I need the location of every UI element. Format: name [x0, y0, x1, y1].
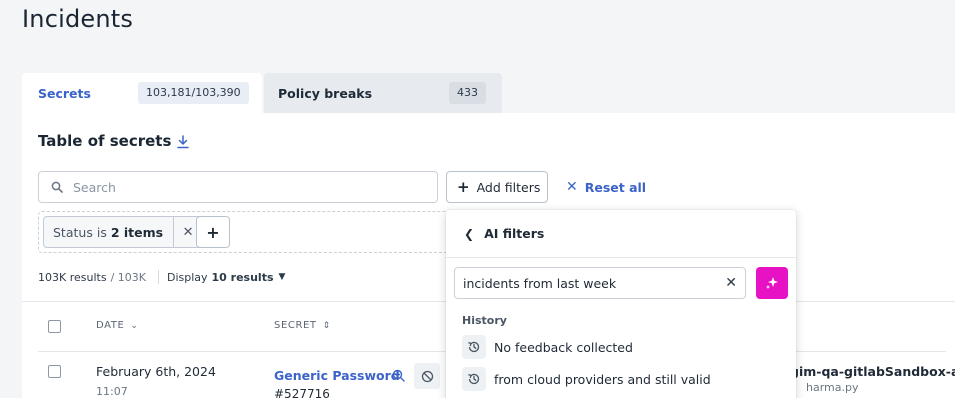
active-filters-bar: Status is 2 items ✕ +	[38, 211, 458, 253]
secret-link[interactable]: Generic Password	[274, 368, 400, 383]
history-icon	[462, 367, 486, 391]
tab-count-badge: 433	[449, 82, 486, 104]
column-header-label: Secret	[274, 320, 317, 331]
zoom-in-icon[interactable]	[392, 369, 405, 382]
search-icon	[51, 181, 63, 193]
column-header-label: Date	[96, 320, 125, 331]
ai-filters-title: AI filters	[484, 226, 545, 241]
history-text: from cloud providers and still valid	[494, 371, 711, 387]
ai-query-value: incidents from last week	[463, 275, 617, 291]
column-header-secret[interactable]: Secret ⇕	[274, 320, 331, 331]
divider	[157, 270, 159, 284]
results-count: 103K results	[38, 270, 107, 284]
row-time: 11:07	[96, 385, 128, 398]
ai-filters-header[interactable]: ❮ AI filters	[446, 210, 796, 258]
row-checkbox[interactable]	[48, 365, 61, 378]
secret-id: #527716	[274, 387, 330, 398]
select-all-checkbox[interactable]	[48, 320, 61, 333]
ai-generate-button[interactable]	[756, 267, 788, 299]
download-icon[interactable]	[176, 135, 190, 149]
tab-label: Policy breaks	[278, 85, 373, 101]
add-filters-label: Add filters	[476, 179, 541, 195]
reset-all-label: Reset all	[584, 179, 647, 195]
reset-all-button[interactable]: ✕ Reset all	[566, 171, 646, 203]
display-select[interactable]: 10 results	[212, 271, 274, 284]
clear-icon[interactable]: ✕	[725, 275, 737, 291]
row-date: February 6th, 2024	[96, 364, 216, 379]
history-icon	[462, 335, 486, 359]
file-name: harma.py	[806, 381, 859, 394]
chevron-down-icon[interactable]: ▼	[279, 272, 286, 282]
ai-query-input[interactable]: incidents from last week ✕	[454, 267, 746, 299]
ai-filters-dropdown: ❮ AI filters incidents from last week ✕ …	[446, 210, 796, 398]
close-icon: ✕	[566, 179, 578, 195]
sparkle-icon	[766, 277, 778, 289]
table-title: Table of secrets	[38, 132, 172, 150]
chip-field: Status	[53, 224, 93, 240]
tab-label: Secrets	[38, 85, 91, 101]
history-item[interactable]: No feedback collected	[462, 335, 633, 359]
tab-secrets[interactable]: Secrets 103,181/103,390	[22, 73, 262, 113]
chip-operator: is	[96, 224, 107, 240]
chip-label: Status is 2 items	[44, 217, 175, 247]
chevron-left-icon[interactable]: ❮	[464, 227, 474, 241]
history-text: No feedback collected	[494, 339, 633, 355]
tab-count-badge: 103,181/103,390	[138, 82, 249, 104]
history-item[interactable]: from cloud providers and still valid	[462, 367, 711, 391]
repository-name[interactable]: gim-qa-gitlabSandbox-aut	[790, 364, 955, 379]
column-header-date[interactable]: Date ⌄	[96, 320, 139, 331]
results-total: / 103K	[110, 270, 146, 284]
display-label: Display	[166, 270, 208, 284]
chip-value: 2 items	[110, 224, 164, 240]
history-title: History	[462, 314, 507, 327]
page-title: Incidents	[22, 5, 134, 33]
ignore-button[interactable]	[414, 363, 440, 389]
search-input[interactable]: Search	[38, 171, 438, 203]
add-filter-chip-button[interactable]: +	[196, 216, 230, 248]
results-summary: 103K results / 103K Display 10 results ▼	[38, 270, 285, 284]
search-placeholder: Search	[73, 179, 116, 195]
sort-icon: ⇕	[322, 320, 331, 331]
status-filter-chip[interactable]: Status is 2 items ✕	[43, 216, 204, 248]
tab-policy-breaks[interactable]: Policy breaks 433	[264, 73, 502, 113]
ban-icon	[421, 370, 433, 382]
add-filters-button[interactable]: + Add filters	[446, 171, 548, 203]
sort-desc-icon: ⌄	[130, 320, 139, 331]
plus-icon: +	[457, 177, 470, 196]
